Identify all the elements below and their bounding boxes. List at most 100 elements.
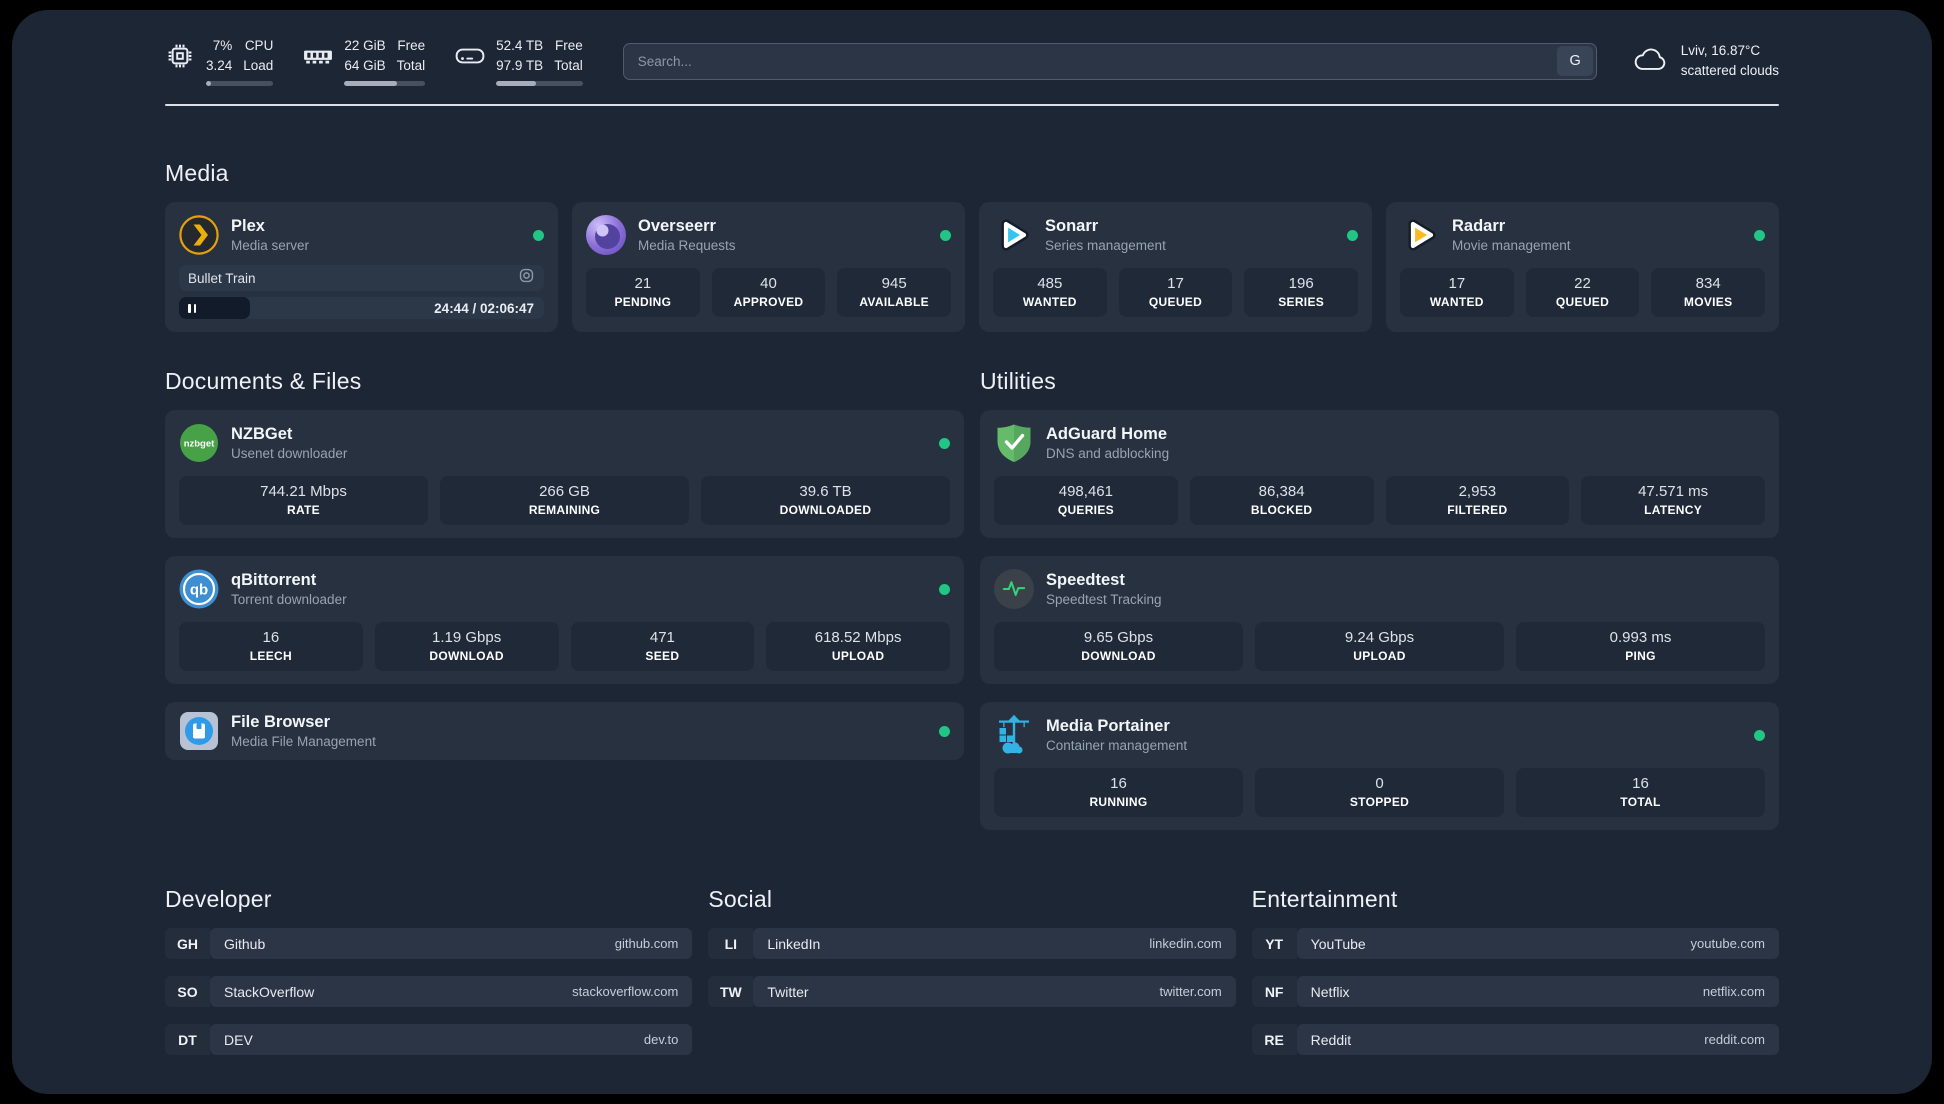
plex-icon (179, 215, 219, 255)
app-card-overseerr[interactable]: Overseerr Media Requests 21 PENDING 40 A… (572, 202, 965, 333)
section-title-developer: Developer (165, 886, 272, 913)
search-input[interactable] (622, 42, 1597, 80)
sonarr-icon (993, 215, 1033, 255)
stat-approved: 40 APPROVED (711, 268, 826, 318)
disk-progress-bar (496, 81, 583, 87)
link-youtube[interactable]: YT YouTube youtube.com (1251, 928, 1779, 960)
app-card-plex[interactable]: Plex Media server Bullet Train 24:44 / 0… (165, 202, 558, 333)
app-description: Container management (1046, 738, 1188, 754)
stat-value: 16 (1110, 775, 1127, 793)
link-twitter[interactable]: TW Twitter twitter.com (708, 976, 1236, 1008)
link-name: Twitter (767, 983, 809, 1000)
pause-icon[interactable] (188, 303, 197, 313)
app-name: Speedtest (1046, 571, 1125, 590)
status-dot (939, 725, 950, 737)
link-name: YouTube (1310, 935, 1366, 952)
qbittorrent-icon: qb (179, 569, 219, 609)
nzbget-icon: nzbget (179, 423, 219, 463)
stat-blocked: 86,384 BLOCKED (1189, 476, 1374, 526)
stat-filtered: 2,953 FILTERED (1385, 476, 1570, 526)
link-abbr: GH (165, 928, 210, 960)
stat-value: 471 (649, 629, 675, 647)
weather-widget[interactable]: Lviv, 16.87°C scattered clouds (1631, 41, 1779, 82)
link-url: twitter.com (1159, 984, 1222, 1000)
app-card-sonarr[interactable]: Sonarr Series management 485 WANTED 17 Q… (979, 202, 1372, 333)
app-card-adguard[interactable]: AdGuard Home DNS and adblocking 498,461 … (980, 410, 1779, 539)
stat-value: 618.52 Mbps (814, 629, 902, 647)
stat-pending: 21 PENDING (586, 268, 700, 318)
documents-column: Documents & Files nzbget NZBGet Usenet d… (165, 368, 964, 830)
app-card-nzbget[interactable]: nzbget NZBGet Usenet downloader 744.21 M… (165, 410, 964, 539)
disk-stat: 52.4 TB 97.9 TB Free Total (455, 36, 583, 87)
app-description: Series management (1045, 238, 1166, 254)
link-abbr: LI (708, 928, 754, 960)
stat-available: 945 AVAILABLE (837, 268, 951, 318)
app-card-qbittorrent[interactable]: qb qBittorrent Torrent downloader 16 LEE… (165, 556, 964, 685)
stat-wanted: 17 WANTED (1400, 268, 1514, 318)
stat-download: 9.65 Gbps DOWNLOAD (994, 622, 1243, 672)
stat-value: 22 (1574, 275, 1591, 293)
stat-label: STOPPED (1349, 795, 1410, 810)
speedtest-icon (994, 569, 1034, 610)
search-engine-button[interactable]: G (1557, 46, 1594, 77)
stat-ping: 0.993 ms PING (1516, 622, 1765, 672)
app-description: Media server (231, 238, 310, 254)
stat-running: 16 RUNNING (994, 768, 1243, 818)
link-stackoverflow[interactable]: SO StackOverflow stackoverflow.com (165, 976, 693, 1008)
stat-label: QUEUED (1148, 295, 1203, 310)
stat-label: UPLOAD (1353, 649, 1406, 664)
link-url: github.com (614, 936, 679, 952)
app-name: Overseerr (638, 217, 716, 236)
app-name: AdGuard Home (1046, 425, 1168, 444)
app-card-speedtest[interactable]: Speedtest Speedtest Tracking 9.65 Gbps D… (980, 556, 1779, 685)
section-title-media: Media (165, 160, 229, 187)
disk-labels: Free Total (554, 38, 583, 73)
overseerr-icon (586, 215, 626, 256)
session-icon[interactable] (518, 267, 535, 289)
disk-icon (455, 42, 485, 70)
stat-value: 744.21 Mbps (260, 483, 347, 501)
radarr-icon (1400, 215, 1440, 255)
stat-queued: 22 QUEUED (1525, 268, 1640, 318)
status-dot (533, 229, 544, 241)
link-name: Netflix (1310, 983, 1350, 1000)
app-name: Plex (231, 217, 265, 236)
cpu-labels: CPU Load (243, 38, 274, 73)
social-column: Social LI LinkedIn linkedin.com TW Twitte… (708, 886, 1236, 1055)
app-card-radarr[interactable]: Radarr Movie management 17 WANTED 22 QUE… (1386, 202, 1779, 333)
stat-label: TOTAL (1620, 795, 1661, 810)
app-name: Sonarr (1045, 217, 1099, 236)
app-card-filebrowser[interactable]: File Browser Media File Management (165, 702, 964, 761)
cpu-values: 7% 3.24 (206, 38, 233, 73)
stat-label: QUEUED (1555, 295, 1610, 310)
playback-progress-bar[interactable]: 24:44 / 02:06:47 (179, 297, 544, 320)
stat-value: 0 (1375, 775, 1384, 793)
stat-seed: 471 SEED (570, 622, 755, 672)
link-dev[interactable]: DT DEV dev.to (165, 1024, 693, 1056)
stat-label: APPROVED (733, 295, 804, 310)
filebrowser-icon (179, 711, 219, 751)
app-description: DNS and adblocking (1046, 446, 1170, 462)
playback-time: 24:44 / 02:06:47 (434, 300, 534, 316)
stat-value: 2,953 (1458, 483, 1497, 501)
entertainment-column: Entertainment YT YouTube youtube.com NF N… (1251, 886, 1779, 1056)
stat-value: 16 (262, 629, 280, 647)
memory-progress-bar (344, 81, 426, 87)
stat-value: 1.19 Gbps (432, 629, 502, 647)
link-linkedin[interactable]: LI LinkedIn linkedin.com (708, 928, 1236, 960)
stat-label: REMAINING (528, 503, 601, 518)
link-netflix[interactable]: NF Netflix netflix.com (1251, 976, 1779, 1008)
stat-remaining: 266 GB REMAINING (440, 476, 689, 526)
app-card-portainer[interactable]: Media Portainer Container management 16 … (980, 702, 1779, 831)
status-dot (1347, 229, 1358, 241)
link-abbr: TW (708, 976, 754, 1008)
system-stats: 7% 3.24 CPU Load 22 GiB 64 GiB Free Tota… (165, 36, 583, 87)
link-url: netflix.com (1702, 984, 1765, 1000)
app-description: Movie management (1452, 238, 1571, 254)
link-github[interactable]: GH Github github.com (165, 928, 693, 960)
stat-downloaded: 39.6 TB DOWNLOADED (701, 476, 950, 526)
stat-movies: 834 MOVIES (1651, 268, 1765, 318)
weather-text: Lviv, 16.87°C scattered clouds (1681, 41, 1779, 82)
link-reddit[interactable]: RE Reddit reddit.com (1251, 1024, 1779, 1056)
link-abbr: YT (1251, 928, 1297, 960)
